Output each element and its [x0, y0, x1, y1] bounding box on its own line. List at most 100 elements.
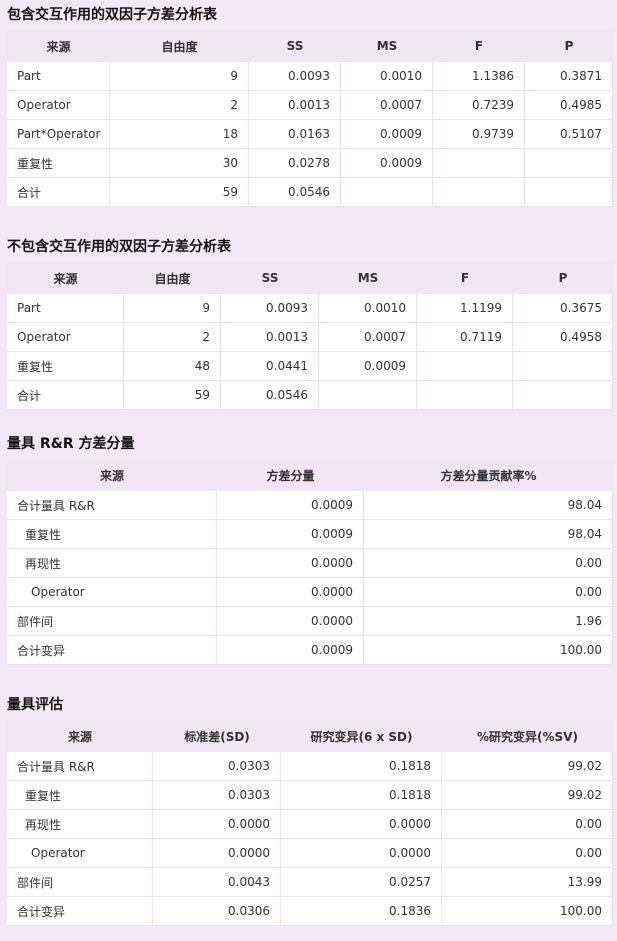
table-row: 合计 59 0.0546: [7, 178, 613, 207]
cell: 部件间: [7, 607, 217, 636]
cell: 重复性: [7, 149, 110, 178]
anova-with-interaction-table: 来源 自由度 SS MS F P Part 9 0.0093 0.0010 1.…: [7, 30, 613, 207]
table-row: 合计 59 0.0546: [7, 381, 613, 410]
table-row: Part*Operator 18 0.0163 0.0009 0.9739 0.…: [7, 120, 613, 149]
cell: 59: [124, 381, 221, 410]
cell: 99.02: [442, 781, 613, 810]
cell: 0.0010: [319, 294, 417, 323]
cell: Operator: [7, 839, 153, 868]
cell: [525, 178, 613, 207]
cell: 合计量具 R&R: [7, 752, 153, 781]
col-header: 研究变异(6 x SD): [281, 720, 442, 752]
cell: 0.0257: [281, 868, 442, 897]
cell: 1.1199: [417, 294, 513, 323]
cell: [433, 149, 525, 178]
cell: 0.1818: [281, 752, 442, 781]
gage-rr-variance-table: 来源 方差分量 方差分量贡献率% 合计量具 R&R 0.0009 98.04 重…: [7, 459, 613, 665]
cell: 部件间: [7, 868, 153, 897]
cell: 0.00: [442, 839, 613, 868]
cell: Operator: [7, 578, 217, 607]
cell: 9: [124, 294, 221, 323]
table-row: 部件间 0.0000 1.96: [7, 607, 613, 636]
cell: 9: [110, 62, 249, 91]
header-row: 来源 自由度 SS MS F P: [7, 262, 613, 294]
cell: 0.4985: [525, 91, 613, 120]
table-row: Operator 0.0000 0.00: [7, 578, 613, 607]
cell: 59: [110, 178, 249, 207]
header-row: 来源 标准差(SD) 研究变异(6 x SD) %研究变异(%SV): [7, 720, 613, 752]
col-header: SS: [221, 262, 319, 294]
section-title: 包含交互作用的双因子方差分析表: [7, 7, 217, 23]
gage-rr-variance-section: 量具 R&R 方差分量 来源 方差分量 方差分量贡献率% 合计量具 R&R 0.…: [0, 429, 617, 665]
table-row: Part 9 0.0093 0.0010 1.1199 0.3675: [7, 294, 613, 323]
gage-evaluation-section: 量具评估 来源 标准差(SD) 研究变异(6 x SD) %研究变异(%SV) …: [0, 690, 617, 926]
cell: [319, 381, 417, 410]
cell: 0.0007: [341, 91, 433, 120]
cell: 0.3871: [525, 62, 613, 91]
cell: 99.02: [442, 752, 613, 781]
cell: 2: [110, 91, 249, 120]
col-header: P: [513, 262, 613, 294]
cell: 0.0441: [221, 352, 319, 381]
col-header: %研究变异(%SV): [442, 720, 613, 752]
cell: [417, 352, 513, 381]
cell: 0.00: [364, 549, 613, 578]
cell: 0.00: [442, 810, 613, 839]
cell: 再现性: [7, 549, 217, 578]
col-header: P: [525, 30, 613, 62]
cell: 13.99: [442, 868, 613, 897]
cell: 98.04: [364, 491, 613, 520]
anova-without-interaction-section: 不包含交互作用的双因子方差分析表 来源 自由度 SS MS F P Part 9…: [0, 232, 617, 410]
cell: 0.4958: [513, 323, 613, 352]
table-row: 部件间 0.0043 0.0257 13.99: [7, 868, 613, 897]
cell: [513, 352, 613, 381]
col-header: F: [417, 262, 513, 294]
table-row: Operator 2 0.0013 0.0007 0.7239 0.4985: [7, 91, 613, 120]
col-header: MS: [341, 30, 433, 62]
cell: 重复性: [7, 520, 217, 549]
cell: 18: [110, 120, 249, 149]
cell: 0.0009: [341, 149, 433, 178]
table-row: 合计变异 0.0009 100.00: [7, 636, 613, 665]
cell: 合计变异: [7, 636, 217, 665]
table-row: Operator 2 0.0013 0.0007 0.7119 0.4958: [7, 323, 613, 352]
cell: 0.0546: [249, 178, 341, 207]
cell: 98.04: [364, 520, 613, 549]
cell: 0.9739: [433, 120, 525, 149]
col-header: 来源: [7, 459, 217, 491]
cell: Part*Operator: [7, 120, 110, 149]
cell: Operator: [7, 91, 110, 120]
cell: 100.00: [442, 897, 613, 926]
cell: 100.00: [364, 636, 613, 665]
cell: 0.0000: [281, 810, 442, 839]
table-row: 合计量具 R&R 0.0009 98.04: [7, 491, 613, 520]
cell: 0.0007: [319, 323, 417, 352]
cell: [341, 178, 433, 207]
col-header: 来源: [7, 720, 153, 752]
cell: 合计变异: [7, 897, 153, 926]
cell: 0.1818: [281, 781, 442, 810]
cell: 0.0303: [153, 781, 281, 810]
cell: 30: [110, 149, 249, 178]
cell: 0.0009: [217, 520, 364, 549]
cell: Part: [7, 294, 124, 323]
cell: 合计: [7, 381, 124, 410]
cell: 1.96: [364, 607, 613, 636]
section-title: 量具 R&R 方差分量: [7, 436, 135, 452]
cell: 0.0013: [221, 323, 319, 352]
cell: Operator: [7, 323, 124, 352]
col-header: 方差分量: [217, 459, 364, 491]
cell: 0.0093: [221, 294, 319, 323]
table-row: 再现性 0.0000 0.00: [7, 549, 613, 578]
cell: 0.0303: [153, 752, 281, 781]
section-title: 量具评估: [7, 697, 63, 713]
col-header: SS: [249, 30, 341, 62]
cell: [417, 381, 513, 410]
table-row: 重复性 30 0.0278 0.0009: [7, 149, 613, 178]
cell: 0.0000: [153, 839, 281, 868]
cell: 0.0000: [153, 810, 281, 839]
cell: 1.1386: [433, 62, 525, 91]
table-row: 合计变异 0.0306 0.1836 100.00: [7, 897, 613, 926]
cell: 0.0000: [217, 549, 364, 578]
cell: 重复性: [7, 352, 124, 381]
